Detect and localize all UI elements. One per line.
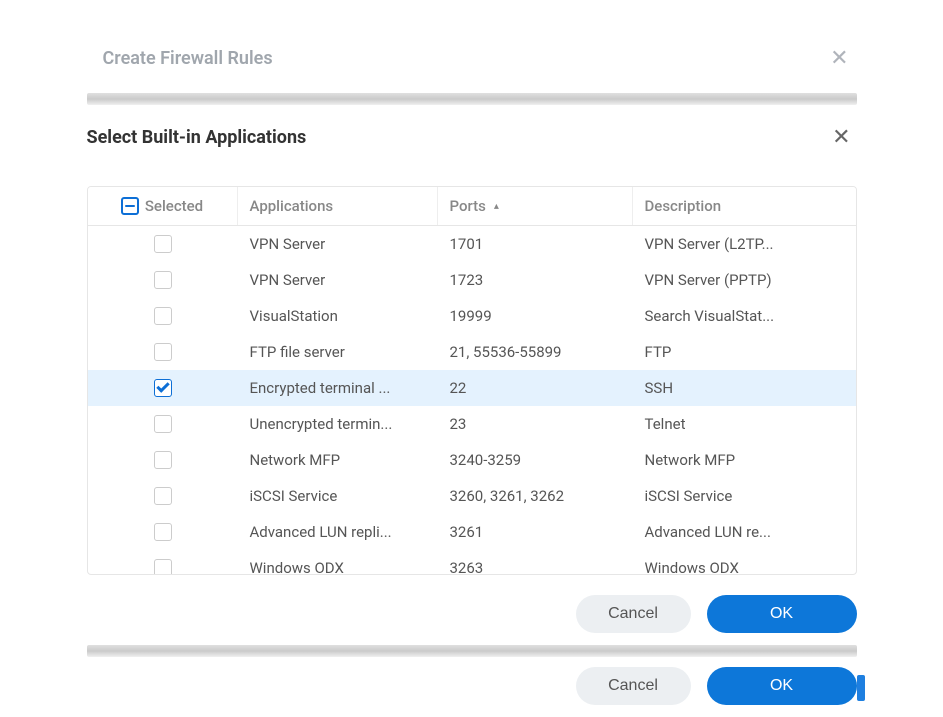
column-header-applications[interactable]: Applications: [238, 187, 438, 225]
cancel-button[interactable]: Cancel: [576, 667, 691, 705]
cell-ports: 22: [438, 373, 633, 403]
inner-dialog-title: Select Built-in Applications: [87, 127, 307, 148]
cell-description: iSCSI Service: [633, 481, 856, 511]
cell-application: Network MFP: [238, 445, 438, 475]
cell-selected: [88, 337, 238, 367]
cell-ports: 3263: [438, 553, 633, 575]
accent-bar: [857, 675, 865, 701]
close-icon[interactable]: ✕: [822, 42, 856, 75]
outer-dialog-header: Create Firewall Rules ✕: [87, 30, 857, 93]
cell-ports: 19999: [438, 301, 633, 331]
header-checkbox-indeterminate[interactable]: [121, 197, 139, 215]
table-row[interactable]: Windows ODX3263Windows ODX: [88, 550, 856, 574]
row-checkbox[interactable]: [154, 523, 172, 541]
ok-button[interactable]: OK: [707, 667, 857, 705]
cell-ports: 3260, 3261, 3262: [438, 481, 633, 511]
table-row[interactable]: Advanced LUN repli...3261Advanced LUN re…: [88, 514, 856, 550]
divider: [87, 93, 857, 105]
cell-description: Network MFP: [633, 445, 856, 475]
cell-application: VPN Server: [238, 265, 438, 295]
column-header-description[interactable]: Description: [633, 187, 856, 225]
table-row[interactable]: VPN Server1723VPN Server (PPTP): [88, 262, 856, 298]
cell-ports: 23: [438, 409, 633, 439]
check-icon: [156, 379, 169, 392]
cancel-button[interactable]: Cancel: [576, 595, 691, 633]
table-row[interactable]: VisualStation19999Search VisualStat...: [88, 298, 856, 334]
cell-application: Encrypted terminal ...: [238, 373, 438, 403]
cell-ports: 1723: [438, 265, 633, 295]
cell-application: FTP file server: [238, 337, 438, 367]
column-header-label: Ports: [450, 197, 486, 215]
cell-description: VPN Server (PPTP): [633, 265, 856, 295]
row-checkbox[interactable]: [154, 559, 172, 575]
cell-ports: 21, 55536-55899: [438, 337, 633, 367]
cell-description: Advanced LUN re...: [633, 517, 856, 547]
row-checkbox[interactable]: [154, 235, 172, 253]
table-row[interactable]: Unencrypted termin...23Telnet: [88, 406, 856, 442]
cell-ports: 3240-3259: [438, 445, 633, 475]
cell-selected: [88, 301, 238, 331]
cell-selected: [88, 409, 238, 439]
outer-dialog-footer: Cancel OK: [87, 655, 857, 705]
row-checkbox[interactable]: [154, 379, 172, 397]
close-icon[interactable]: ✕: [826, 123, 856, 152]
cell-description: VPN Server (L2TP...: [633, 229, 856, 259]
column-header-label: Selected: [145, 197, 203, 215]
table-body[interactable]: VPN Server1701VPN Server (L2TP...VPN Ser…: [88, 226, 856, 574]
column-header-label: Applications: [250, 197, 334, 215]
column-header-label: Description: [645, 197, 722, 215]
cell-description: Search VisualStat...: [633, 301, 856, 331]
inner-dialog-footer: Cancel OK: [87, 575, 857, 651]
create-firewall-rules-dialog: Create Firewall Rules ✕ Select Built-in …: [87, 0, 857, 705]
cell-application: iSCSI Service: [238, 481, 438, 511]
row-checkbox[interactable]: [154, 271, 172, 289]
cell-selected: [88, 265, 238, 295]
sort-asc-icon: ▴: [494, 201, 499, 212]
cell-application: VPN Server: [238, 229, 438, 259]
row-checkbox[interactable]: [154, 451, 172, 469]
cell-description: SSH: [633, 373, 856, 403]
inner-dialog-header: Select Built-in Applications ✕: [87, 117, 857, 162]
cell-application: Unencrypted termin...: [238, 409, 438, 439]
table-row[interactable]: FTP file server21, 55536-55899FTP: [88, 334, 856, 370]
row-checkbox[interactable]: [154, 415, 172, 433]
cell-selected: [88, 481, 238, 511]
table-row[interactable]: VPN Server1701VPN Server (L2TP...: [88, 226, 856, 262]
cell-ports: 1701: [438, 229, 633, 259]
cell-selected: [88, 229, 238, 259]
cell-description: Telnet: [633, 409, 856, 439]
row-checkbox[interactable]: [154, 343, 172, 361]
cell-selected: [88, 373, 238, 403]
row-checkbox[interactable]: [154, 307, 172, 325]
select-builtin-applications-dialog: Select Built-in Applications ✕ Selected …: [87, 117, 857, 651]
applications-table: Selected Applications Ports ▴ Descriptio…: [87, 186, 857, 575]
table-row[interactable]: Encrypted terminal ...22SSH: [88, 370, 856, 406]
cell-description: Windows ODX: [633, 553, 856, 575]
table-row[interactable]: Network MFP3240-3259Network MFP: [88, 442, 856, 478]
cell-application: VisualStation: [238, 301, 438, 331]
table-header: Selected Applications Ports ▴ Descriptio…: [88, 187, 856, 226]
cell-application: Windows ODX: [238, 553, 438, 575]
outer-dialog-title: Create Firewall Rules: [103, 48, 273, 69]
cell-selected: [88, 517, 238, 547]
column-header-selected[interactable]: Selected: [88, 187, 238, 225]
cell-ports: 3261: [438, 517, 633, 547]
row-checkbox[interactable]: [154, 487, 172, 505]
ok-button[interactable]: OK: [707, 595, 857, 633]
table-row[interactable]: iSCSI Service3260, 3261, 3262iSCSI Servi…: [88, 478, 856, 514]
cell-selected: [88, 445, 238, 475]
column-header-ports[interactable]: Ports ▴: [438, 187, 633, 225]
cell-application: Advanced LUN repli...: [238, 517, 438, 547]
cell-selected: [88, 553, 238, 575]
cell-description: FTP: [633, 337, 856, 367]
